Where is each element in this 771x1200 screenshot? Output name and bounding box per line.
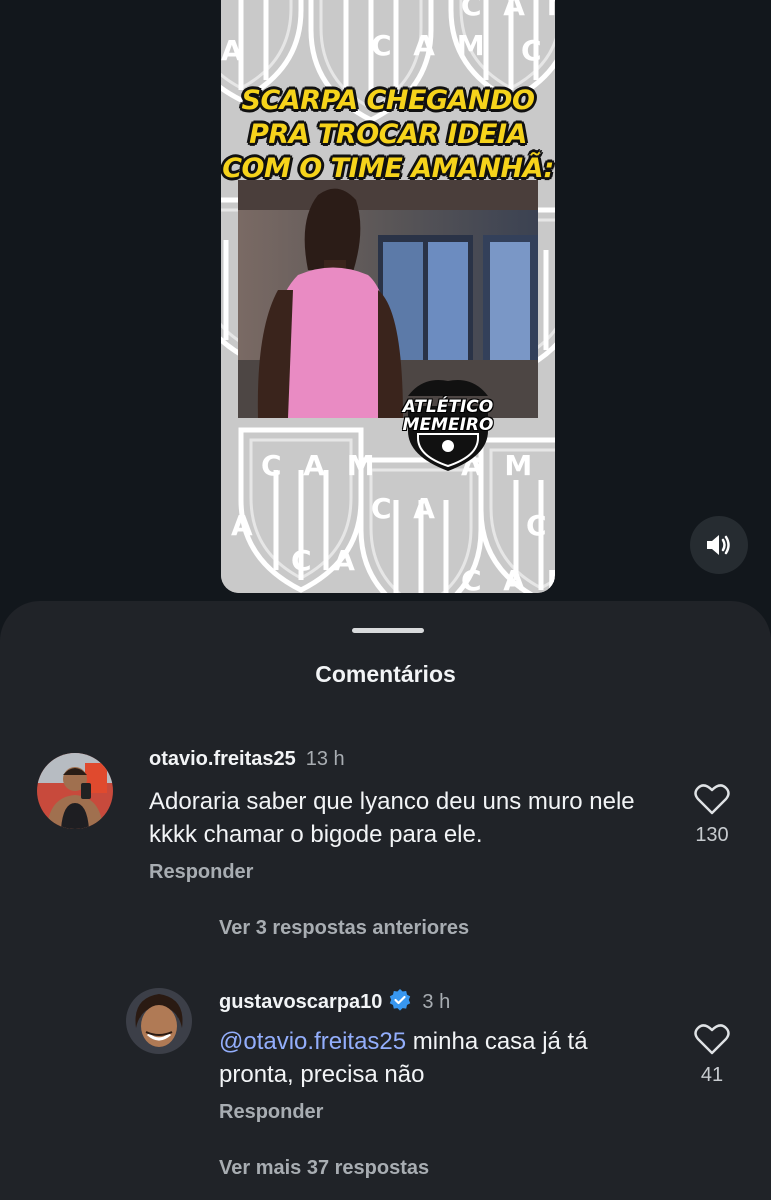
mention-link[interactable]: @otavio.freitas25 — [219, 1028, 406, 1055]
sound-toggle-button[interactable] — [690, 516, 748, 574]
like-count: 130 — [695, 824, 729, 846]
avatar[interactable] — [126, 988, 192, 1054]
svg-text:C: C — [521, 34, 548, 67]
video-caption: SCARPA CHEGANDO PRA TROCAR IDEIA COM O T… — [221, 84, 555, 186]
reel-video[interactable]: C A M C A M A C C A M A M C A A C C A C … — [221, 0, 555, 593]
svg-text:A: A — [231, 509, 259, 542]
svg-text:C A M: C A M — [461, 564, 555, 593]
heart-icon — [694, 1024, 730, 1055]
caption-line-1: SCARPA CHEGANDO — [241, 85, 535, 116]
svg-text:C A M: C A M — [261, 449, 381, 482]
comment-time: 13 h — [305, 748, 345, 770]
comment-time: 3 h — [422, 991, 451, 1013]
speaker-icon — [707, 535, 730, 555]
comment-text: @otavio.freitas25 minha casa já tá pront… — [219, 1025, 659, 1091]
comment-meta: otavio.freitas25 13 h — [149, 748, 345, 771]
svg-text:C A: C A — [291, 544, 361, 577]
reply-button[interactable]: Responder — [219, 1101, 323, 1124]
verified-badge-icon — [388, 988, 412, 1018]
like-button[interactable]: 130 — [682, 783, 742, 847]
comment-username[interactable]: gustavoscarpa10 — [219, 991, 382, 1013]
reply-button[interactable]: Responder — [149, 861, 253, 884]
comment-text: Adoraria saber que lyanco deu uns muro n… — [149, 788, 635, 848]
comment-username[interactable]: otavio.freitas25 — [149, 748, 296, 770]
comment-meta: gustavoscarpa10 3 h — [219, 988, 450, 1018]
like-count: 41 — [700, 1064, 724, 1086]
caption-line-2: PRA TROCAR IDEIA — [249, 119, 527, 150]
svg-text:C A: C A — [371, 492, 441, 525]
atletico-memeiro-logo: ATLÉTICO MEMEIRO — [393, 376, 503, 471]
avatar[interactable] — [37, 753, 113, 829]
svg-text:C A M: C A M — [371, 29, 491, 62]
sheet-drag-handle[interactable] — [352, 628, 424, 633]
svg-text:A: A — [221, 34, 249, 67]
badge-line-1: ATLÉTICO — [402, 397, 494, 417]
comments-sheet: Comentários otavio.freitas25 13 h Adorari… — [0, 601, 771, 1200]
sheet-title: Comentários — [315, 661, 456, 687]
view-more-replies[interactable]: Ver mais 37 respostas — [219, 1157, 429, 1180]
badge-line-2: MEMEIRO — [402, 415, 494, 435]
svg-text:C A M: C A M — [461, 0, 555, 22]
heart-icon — [694, 784, 730, 815]
like-button[interactable]: 41 — [682, 1023, 742, 1087]
svg-text:C: C — [526, 509, 553, 542]
view-previous-replies[interactable]: Ver 3 respostas anteriores — [219, 917, 469, 940]
